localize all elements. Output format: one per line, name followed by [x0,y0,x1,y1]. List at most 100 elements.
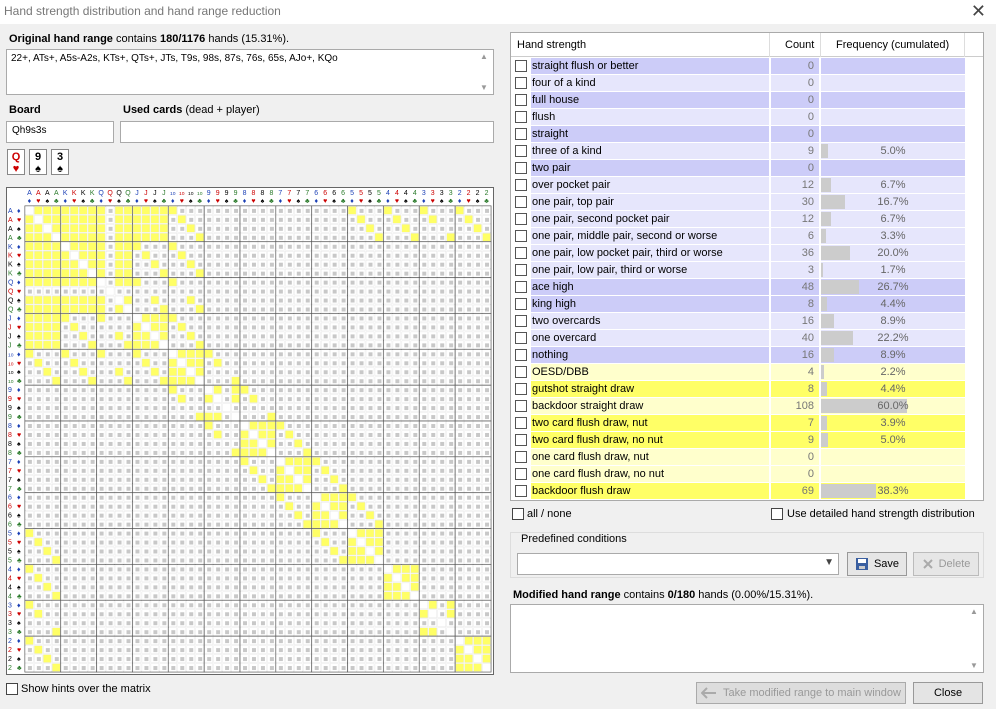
matrix-cell[interactable] [258,439,267,448]
matrix-cell[interactable] [25,233,34,242]
matrix-cell[interactable] [401,224,411,233]
matrix-cell[interactable] [186,358,195,367]
matrix-cell[interactable] [25,295,34,305]
matrix-cell[interactable] [52,591,61,601]
matrix-cell[interactable] [446,627,455,636]
matrix-cell[interactable] [52,304,61,314]
matrix-cell[interactable] [132,215,142,224]
matrix-cell[interactable] [25,528,34,538]
matrix-cell[interactable] [159,304,169,314]
matrix-cell[interactable] [123,268,133,278]
matrix-cell[interactable] [79,331,88,341]
matrix-cell[interactable] [249,448,258,457]
matrix-cell[interactable] [374,546,384,556]
matrix-cell[interactable] [79,215,88,224]
matrix-cell[interactable] [195,412,204,421]
matrix-cell[interactable] [43,582,52,592]
matrix-cell[interactable] [96,304,106,314]
matrix-cell[interactable] [276,493,285,502]
matrix-cell[interactable] [204,394,213,403]
matrix-cell[interactable] [132,277,142,287]
matrix-cell[interactable] [329,519,339,529]
matrix-cell[interactable] [150,340,160,350]
matrix-cell[interactable] [123,206,133,215]
matrix-cell[interactable] [159,376,169,385]
matrix-cell[interactable] [329,502,339,511]
matrix-cell[interactable] [276,457,285,466]
matrix-cell[interactable] [321,466,330,475]
matrix-cell[interactable] [195,349,204,359]
matrix-cell[interactable] [159,268,169,278]
matrix-cell[interactable] [240,430,249,439]
matrix-cell[interactable] [70,277,79,287]
matrix-cell[interactable] [61,251,70,260]
matrix-cell[interactable] [52,206,61,215]
matrix-cell[interactable] [70,233,79,242]
matrix-cell[interactable] [303,448,312,457]
matrix-cell[interactable] [159,331,169,341]
matrix-cell[interactable] [25,224,34,233]
matrix-cell[interactable] [79,295,88,305]
matrix-cell[interactable] [87,224,97,233]
matrix-cell[interactable] [25,331,34,341]
matrix-cell[interactable] [356,546,366,556]
matrix-cell[interactable] [43,233,52,242]
matrix-cell[interactable] [312,510,321,520]
matrix-cell[interactable] [365,555,375,565]
matrix-cell[interactable] [70,322,79,332]
matrix-cell[interactable] [87,242,97,251]
matrix-cell[interactable] [240,421,249,430]
matrix-cell[interactable] [222,403,231,412]
matrix-cell[interactable] [43,206,52,215]
matrix-cell[interactable] [231,385,240,394]
matrix-cell[interactable] [365,528,375,538]
matrix-cell[interactable] [150,206,160,215]
matrix-cell[interactable] [186,349,195,359]
matrix-cell[interactable] [87,340,97,350]
matrix-cell[interactable] [96,313,106,323]
matrix-cell[interactable] [383,591,393,601]
matrix-cell[interactable] [70,260,79,269]
close-icon[interactable]: ✕ [971,1,986,22]
matrix-cell[interactable] [401,591,411,601]
matrix-cell[interactable] [428,215,437,224]
matrix-cell[interactable] [141,340,151,350]
matrix-cell[interactable] [482,233,491,242]
matrix-cell[interactable] [25,277,34,287]
matrix-cell[interactable] [123,242,133,251]
matrix-cell[interactable] [312,457,321,466]
matrix-cell[interactable] [410,564,420,574]
matrix-cell[interactable] [356,537,366,547]
matrix-cell[interactable] [25,251,34,260]
matrix-cell[interactable] [168,242,178,251]
matrix-cell[interactable] [347,546,357,556]
matrix-cell[interactable] [52,340,61,350]
matrix-cell[interactable] [43,340,52,350]
matrix-cell[interactable] [303,475,312,484]
matrix-cell[interactable] [141,358,151,367]
matrix-cell[interactable] [321,510,330,520]
matrix-cell[interactable] [365,546,375,556]
matrix-cell[interactable] [240,457,249,466]
matrix-cell[interactable] [114,331,124,341]
matrix-cell[interactable] [177,376,186,385]
matrix-cell[interactable] [410,573,420,583]
matrix-cell[interactable] [285,466,294,475]
matrix-cell[interactable] [25,349,34,359]
matrix-cell[interactable] [338,502,348,511]
matrix-cell[interactable] [79,233,88,242]
matrix-cell[interactable] [267,439,276,448]
matrix-cell[interactable] [123,251,133,260]
matrix-cell[interactable] [428,627,437,636]
matrix-cell[interactable] [70,215,79,224]
scrollbar[interactable]: ▲ ▼ [476,51,492,93]
matrix-cell[interactable] [150,215,160,224]
matrix-cell[interactable] [141,331,151,341]
matrix-cell[interactable] [329,493,339,502]
matrix-cell[interactable] [195,268,204,278]
matrix-cell[interactable] [204,412,213,421]
matrix-cell[interactable] [25,322,34,332]
matrix-cell[interactable] [43,331,52,341]
matrix-cell[interactable] [383,206,393,215]
matrix-cell[interactable] [123,376,133,385]
